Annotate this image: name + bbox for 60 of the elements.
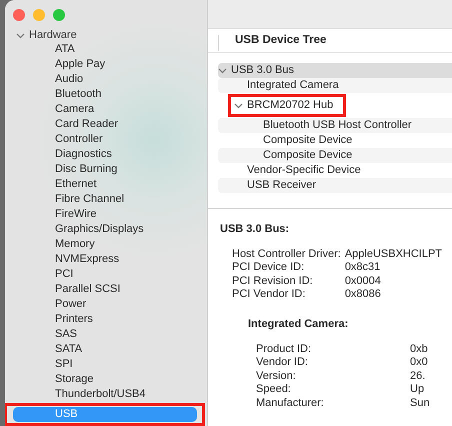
sidebar-item[interactable]: Audio (13, 72, 200, 87)
sidebar-item[interactable]: FireWire (13, 207, 200, 222)
sidebar-item[interactable]: Ethernet (13, 177, 200, 192)
tree-row[interactable]: Composite Device (218, 148, 452, 162)
property-value: 0xb (410, 342, 429, 356)
tree-row[interactable]: BRCM20702 Hub (218, 92, 452, 118)
tree-row[interactable]: Bluetooth USB Host Controller (218, 118, 452, 132)
property-label: Vendor ID: (256, 356, 309, 370)
sidebar-item[interactable]: ATA (13, 42, 200, 57)
sidebar-item[interactable]: NVMExpress (13, 252, 200, 267)
section-title: Integrated Camera: (248, 318, 350, 330)
tree-row[interactable]: Integrated Camera (218, 78, 452, 92)
property-value: 0x0004 (344, 274, 382, 288)
sidebar-item[interactable]: Controller (13, 132, 200, 147)
section-title: USB 3.0 Bus: (220, 222, 290, 234)
chevron-down-icon[interactable] (234, 100, 243, 110)
sidebar-item[interactable]: Storage (13, 372, 200, 387)
zoom-button[interactable] (53, 9, 65, 21)
sidebar-item[interactable]: PCI (13, 267, 200, 282)
property-label: PCI Device ID: (232, 261, 306, 274)
property-label: Version: (256, 370, 297, 383)
property-label: PCI Vendor ID: (232, 288, 306, 302)
tree-row[interactable]: Composite Device (218, 132, 452, 148)
sidebar-item[interactable]: Printers (13, 312, 200, 327)
sidebar-item[interactable]: Fibre Channel (13, 192, 200, 207)
sidebar-item[interactable]: Card Reader (13, 117, 200, 132)
tree-row[interactable]: USB 3.0 Bus (218, 62, 452, 78)
chevron-down-icon[interactable] (218, 66, 227, 74)
sidebar-item[interactable]: Disc Burning (13, 162, 200, 177)
sidebar-item[interactable]: Power (13, 297, 200, 312)
tree-row[interactable]: Vendor-Specific Device (218, 162, 452, 178)
sidebar-item[interactable]: SPI (13, 357, 200, 372)
sidebar-item[interactable]: Graphics/Displays (13, 222, 200, 237)
sidebar-item[interactable]: Memory (13, 237, 200, 252)
group-label[interactable]: Hardware (29, 29, 77, 41)
property-value: Sun (410, 396, 430, 410)
sidebar-item[interactable]: Bluetooth (13, 87, 200, 102)
property-label: Host Controller Driver: (232, 248, 341, 261)
property-value: AppleUSBXHCILPT (344, 248, 442, 261)
sidebar-item[interactable]: Thunderbolt/USB4 (13, 387, 200, 402)
highlight-frame: BRCM20702 Hub (228, 94, 346, 116)
sidebar-item[interactable]: SATA (13, 342, 200, 357)
sidebar-item[interactable]: Parallel SCSI (13, 282, 200, 297)
column-header: USB Device Tree (235, 34, 326, 46)
property-value: 0x8c31 (344, 261, 382, 274)
property-label: Product ID: (256, 342, 312, 356)
property-value: Up (410, 383, 426, 396)
property-label: Manufacturer: (256, 396, 325, 410)
sidebar-item[interactable]: Camera (13, 102, 200, 117)
property-value: 0x0 (410, 356, 429, 370)
sidebar-item[interactable]: Diagnostics (13, 147, 200, 162)
property-value: 26. (410, 370, 426, 383)
sidebar-item[interactable]: SAS (13, 327, 200, 342)
property-label: PCI Revision ID: (232, 274, 314, 288)
chevron-down-icon[interactable] (16, 30, 25, 40)
tree-row[interactable]: USB Receiver (218, 178, 452, 192)
sidebar-item[interactable]: Apple Pay (13, 57, 200, 72)
close-button[interactable] (13, 9, 25, 21)
property-label: Speed: (256, 383, 292, 396)
property-value: 0x8086 (344, 288, 382, 302)
